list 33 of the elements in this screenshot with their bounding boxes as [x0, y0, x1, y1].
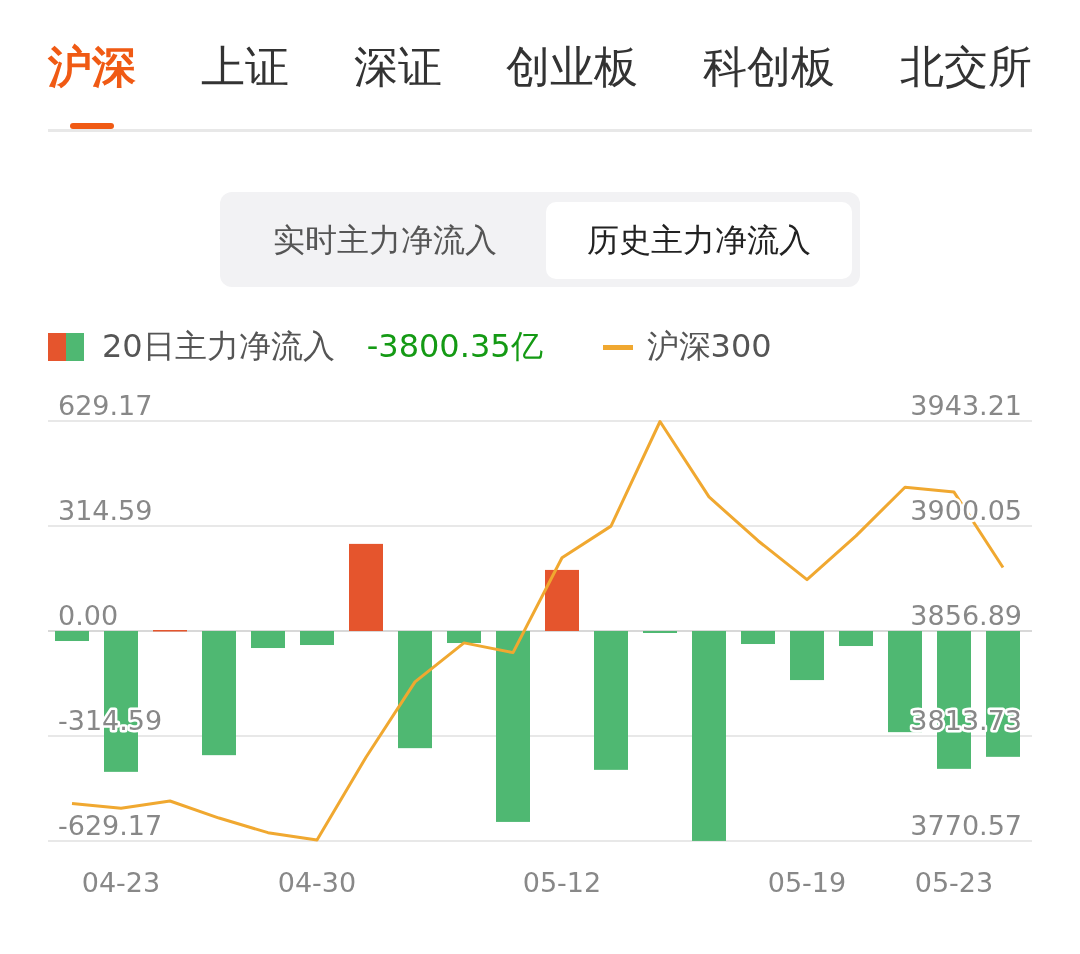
- bar: [55, 631, 89, 641]
- bar: [741, 631, 775, 644]
- axis-label: 05-23: [914, 867, 994, 898]
- market-tab[interactable]: 北交所: [900, 0, 1032, 129]
- market-tab[interactable]: 科创板: [703, 0, 836, 129]
- axis-label: 3770.57: [910, 810, 1022, 841]
- axis-label: 314.59: [58, 495, 153, 526]
- market-tab[interactable]: 上证: [200, 0, 289, 129]
- legend-value: -3800.35亿: [366, 326, 543, 367]
- axis-label: 629.17: [58, 390, 153, 421]
- bar: [300, 631, 334, 645]
- line-legend-icon: [602, 344, 633, 350]
- market-tab[interactable]: 创业板: [506, 0, 639, 129]
- axis-label: 04-30: [277, 867, 357, 898]
- bar: [545, 569, 579, 631]
- segment-button[interactable]: 实时主力净流入: [232, 202, 538, 279]
- axis-label: 3943.21: [910, 390, 1022, 421]
- axis-label: 04-23: [81, 867, 161, 898]
- bar-legend-icon: [48, 333, 84, 361]
- segment-button[interactable]: 历史主力净流入: [546, 202, 852, 279]
- axis-label: 05-19: [767, 867, 847, 898]
- legend-label: 20日主力净流入: [102, 326, 335, 367]
- bar: [790, 631, 824, 681]
- axis-label: 0.00: [58, 600, 119, 631]
- legend-label: 沪深300: [646, 326, 772, 367]
- axis-label: 3856.89: [910, 600, 1022, 631]
- axis-label: -629.17: [58, 810, 163, 841]
- bar: [839, 631, 873, 646]
- bar: [447, 631, 481, 643]
- axis-label: 05-12: [522, 867, 602, 898]
- tab-indicator: [70, 123, 114, 129]
- bar: [251, 631, 285, 648]
- market-tab[interactable]: 深证: [353, 0, 442, 129]
